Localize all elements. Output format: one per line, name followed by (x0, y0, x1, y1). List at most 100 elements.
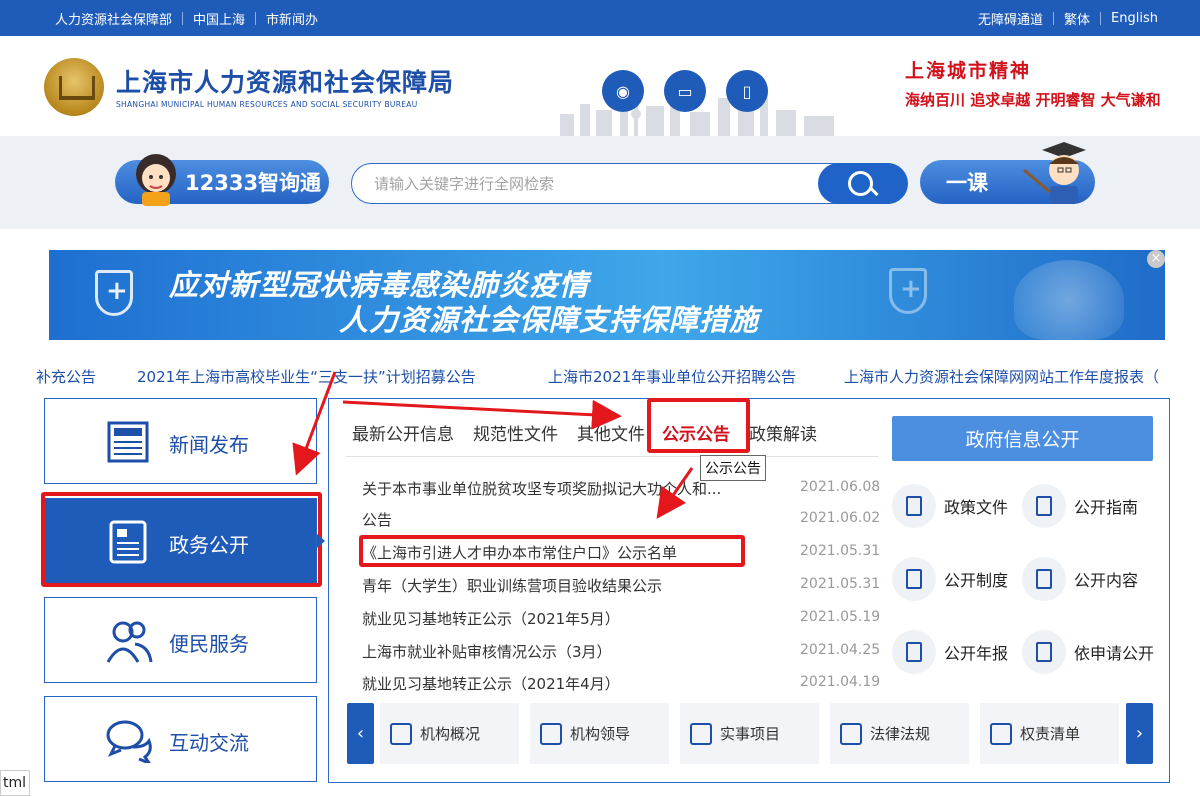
leaders-icon (540, 722, 562, 745)
gov-info-disclosure-button[interactable]: 政府信息公开 (892, 416, 1153, 461)
covid-banner[interactable]: 应对新型冠状病毒感染肺炎疫情 人力资源社会保障支持保障措施 (49, 250, 1165, 340)
news-item[interactable]: 上海市就业补贴审核情况公示（3月） (362, 641, 612, 662)
gov-item-apply[interactable]: 依申请公开 (1022, 630, 1154, 674)
ticker-item[interactable]: 补充公告 (36, 366, 96, 387)
active-pointer-icon (317, 534, 325, 548)
search-button[interactable] (818, 163, 908, 204)
quick-link-label: 实事项目 (720, 725, 781, 743)
shield-icon (889, 268, 927, 314)
carousel-prev-button[interactable]: ‹ (347, 703, 374, 764)
weibo-icon[interactable]: ◉ (602, 70, 644, 112)
gov-item-annual-report[interactable]: 公开年报 (892, 630, 1008, 674)
quick-link-label: 法律法规 (870, 725, 931, 743)
gov-item-content[interactable]: 公开内容 (1022, 557, 1138, 601)
link-china-shanghai[interactable]: 中国上海 (183, 9, 255, 28)
tab-latest[interactable]: 最新公开信息 (352, 420, 454, 445)
link-accessibility[interactable]: 无障碍通道 (968, 9, 1053, 28)
annotation-highlight-box (41, 492, 322, 587)
gov-item-guide[interactable]: 公开指南 (1022, 484, 1138, 528)
news-item[interactable]: 公告 (362, 509, 392, 530)
news-date: 2021.05.19 (800, 609, 881, 625)
checklist-icon (990, 722, 1012, 745)
news-date: 2021.06.08 (800, 479, 881, 495)
assistant-label: 12333智询通 (185, 171, 322, 195)
gov-item-label: 公开年报 (944, 644, 1009, 663)
tab-other-files[interactable]: 其他文件 (577, 420, 645, 445)
news-item[interactable]: 关于本市事业单位脱贫攻坚专项奖励拟记大功个人和... (362, 478, 721, 499)
news-item[interactable]: 青年（大学生）职业训练营项目验收结果公示 (362, 575, 662, 596)
nav-news-release[interactable]: 新闻发布 (44, 398, 317, 484)
apply-doc-icon (1022, 630, 1066, 674)
quick-link-leadership[interactable]: 机构领导 (530, 703, 669, 764)
calendar-icon (892, 630, 936, 674)
shield-icon (95, 270, 133, 316)
bureau-emblem-icon[interactable] (44, 58, 104, 116)
desktop-icon[interactable]: ▭ (664, 70, 706, 112)
link-traditional[interactable]: 繁体 (1054, 9, 1100, 28)
quick-link-projects[interactable]: 实事项目 (680, 703, 819, 764)
gov-item-system[interactable]: 公开制度 (892, 557, 1008, 601)
news-item[interactable]: 就业见习基地转正公示（2021年5月） (362, 608, 620, 629)
users-icon (106, 621, 153, 663)
assistant-avatar-icon (136, 154, 176, 206)
news-item[interactable]: 就业见习基地转正公示（2021年4月） (362, 673, 620, 694)
nav-label: 互动交流 (169, 731, 249, 755)
ticker-item[interactable]: 上海市2021年事业单位公开招聘公告 (548, 366, 796, 387)
newspaper-icon (107, 421, 149, 463)
news-ticker: 补充公告 2021年上海市高校毕业生“三支一扶”计划招募公告 上海市2021年事… (0, 364, 1200, 388)
ticker-item[interactable]: 上海市人力资源社会保障网网站工作年度报表（ (844, 366, 1159, 387)
quick-link-label: 机构概况 (420, 725, 481, 743)
carousel-next-button[interactable]: › (1126, 703, 1153, 764)
news-date: 2021.05.31 (800, 576, 881, 592)
nav-label: 便民服务 (169, 632, 249, 656)
gov-item-label: 公开内容 (1074, 571, 1139, 590)
quick-link-label: 权责清单 (1020, 725, 1081, 743)
news-date: 2021.04.25 (800, 642, 881, 658)
chat-bubbles-icon (106, 720, 152, 763)
quick-link-label: 机构领导 (570, 725, 631, 743)
nav-interaction[interactable]: 互动交流 (44, 696, 317, 782)
guide-icon (1022, 484, 1066, 528)
tab-divider (346, 456, 879, 457)
link-mohrss[interactable]: 人力资源社会保障部 (55, 9, 182, 28)
gov-item-policy-files[interactable]: 政策文件 (892, 484, 1008, 528)
quick-link-power-list[interactable]: 权责清单 (980, 703, 1119, 764)
course-label: 一课 (946, 171, 988, 195)
annotation-highlight-box (647, 398, 750, 453)
org-icon (390, 722, 412, 745)
gov-item-label: 公开指南 (1074, 498, 1139, 517)
city-spirit-slogans: 海纳百川 追求卓越 开明睿智 大气谦和 (905, 91, 1161, 109)
close-icon[interactable]: × (1147, 250, 1165, 268)
city-spirit-title: 上海城市精神 (905, 60, 1032, 82)
quick-link-org-overview[interactable]: 机构概况 (380, 703, 519, 764)
news-date: 2021.04.19 (800, 674, 881, 690)
ticker-item[interactable]: 2021年上海市高校毕业生“三支一扶”计划招募公告 (137, 366, 476, 387)
nav-label: 新闻发布 (169, 433, 249, 457)
policy-file-icon (892, 484, 936, 528)
site-title[interactable]: 上海市人力资源和社会保障局 (116, 63, 454, 99)
teacher-avatar-icon (1023, 142, 1086, 204)
projects-icon (690, 722, 712, 745)
gov-item-label: 政策文件 (944, 498, 1009, 517)
book-icon (892, 557, 936, 601)
link-english[interactable]: English (1101, 11, 1158, 26)
search-input[interactable] (374, 172, 814, 196)
banner-line-2: 人力资源社会保障支持保障措施 (339, 303, 760, 337)
site-title-en: SHANGHAI MUNICIPAL HUMAN RESOURCES AND S… (116, 100, 418, 109)
nav-public-services[interactable]: 便民服务 (44, 597, 317, 683)
quick-link-laws[interactable]: 法律法规 (830, 703, 969, 764)
site-header: 上海市人力资源和社会保障局 SHANGHAI MUNICIPAL HUMAN R… (0, 36, 1200, 136)
tab-normative[interactable]: 规范性文件 (473, 420, 558, 445)
gov-item-label: 依申请公开 (1074, 644, 1155, 663)
lungs-icon (1014, 260, 1124, 340)
content-doc-icon (1022, 557, 1066, 601)
side-tag: tml (0, 770, 30, 796)
tab-policy-interpretation[interactable]: 政策解读 (749, 420, 817, 445)
link-news-office[interactable]: 市新闻办 (256, 9, 328, 28)
search-box (351, 163, 908, 204)
mobile-icon[interactable]: ▯ (726, 70, 768, 112)
law-book-icon (840, 722, 862, 745)
top-bar: 人力资源社会保障部 中国上海 市新闻办 无障碍通道 繁体 English (0, 0, 1200, 36)
gov-item-label: 公开制度 (944, 571, 1009, 590)
annotation-highlight-box (359, 535, 745, 567)
